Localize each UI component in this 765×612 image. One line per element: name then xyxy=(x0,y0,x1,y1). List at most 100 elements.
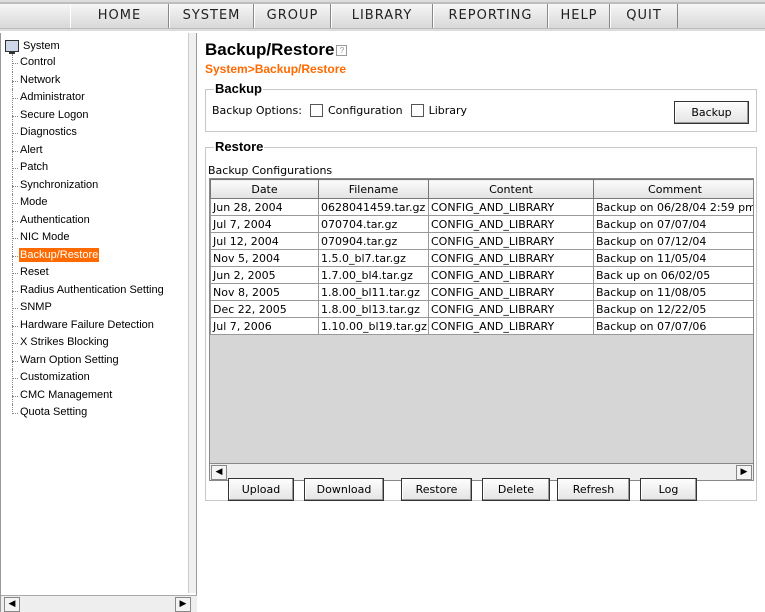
sidebar-item-label: CMC Management xyxy=(20,388,113,401)
restore-button[interactable]: Restore xyxy=(401,478,472,501)
cell-filename: 1.8.00_bl13.tar.gz xyxy=(318,300,429,318)
delete-button[interactable]: Delete xyxy=(482,478,550,501)
table-row[interactable]: Jul 12, 2004 070904.tar.gz CONFIG_AND_LI… xyxy=(210,232,753,250)
menu-reporting[interactable]: REPORTING xyxy=(433,4,548,28)
cell-filename: 1.7.00_bl4.tar.gz xyxy=(318,266,429,284)
menu-quit[interactable]: QUIT xyxy=(610,4,678,28)
configuration-label: Configuration xyxy=(327,104,403,117)
library-checkbox[interactable] xyxy=(410,104,424,117)
cell-filename: 1.8.00_bl11.tar.gz xyxy=(318,283,429,301)
sidebar-item-label: Alert xyxy=(20,143,43,156)
sidebar-item-customization[interactable]: Customization xyxy=(5,369,186,387)
backup-configurations-table: Date Filename Content Comment Jun 28, 20… xyxy=(209,178,754,464)
sidebar-item-reset[interactable]: Reset xyxy=(5,264,186,282)
sidebar-item-alert[interactable]: Alert xyxy=(5,141,186,159)
sidebar-item-synchronization[interactable]: Synchronization xyxy=(5,176,186,194)
menu-group[interactable]: GROUP xyxy=(254,4,331,28)
cell-content: CONFIG_AND_LIBRARY xyxy=(428,283,594,301)
table-row[interactable]: Dec 22, 2005 1.8.00_bl13.tar.gz CONFIG_A… xyxy=(210,300,753,318)
sidebar-item-label: Mode xyxy=(20,196,48,208)
sidebar-item-label: Backup/Restore xyxy=(19,247,100,262)
scroll-right-icon[interactable]: ▶ xyxy=(736,465,752,480)
cell-comment: Backup on 12/22/05 xyxy=(593,300,753,318)
cell-content: CONFIG_AND_LIBRARY xyxy=(428,266,594,284)
breadcrumb: System>Backup/Restore xyxy=(205,62,347,76)
configuration-checkbox[interactable] xyxy=(309,104,323,117)
cell-comment: Backup on 07/12/04 xyxy=(593,232,753,250)
sidebar-item-label: NIC Mode xyxy=(20,231,70,243)
sidebar-item-label: Hardware Failure Detection xyxy=(20,318,154,331)
menu-library[interactable]: LIBRARY xyxy=(331,4,433,28)
menu-home[interactable]: HOME xyxy=(70,4,169,28)
sidebar-tree: System Control Network Administrator Sec… xyxy=(5,38,186,422)
table-row[interactable]: Nov 8, 2005 1.8.00_bl11.tar.gz CONFIG_AN… xyxy=(210,283,753,301)
cell-date: Jul 7, 2004 xyxy=(210,215,319,233)
column-header-comment[interactable]: Comment xyxy=(593,179,753,199)
sidebar-item-secure-logon[interactable]: Secure Logon xyxy=(5,106,186,124)
sidebar-item-control[interactable]: Control xyxy=(5,54,186,72)
menu-help[interactable]: HELP xyxy=(548,4,610,28)
sidebar-item-x-strikes-blocking[interactable]: X Strikes Blocking xyxy=(5,334,186,352)
sidebar-item-snmp[interactable]: SNMP xyxy=(5,299,186,317)
sidebar-horizontal-scrollbar[interactable]: ◀ ▶ xyxy=(1,595,197,612)
config-table: Date Filename Content Comment Jun 28, 20… xyxy=(210,179,753,335)
download-button[interactable]: Download xyxy=(304,478,384,501)
tree-root-system[interactable]: System xyxy=(5,38,186,54)
cell-comment: Backup on 07/07/06 xyxy=(593,317,753,335)
sidebar-item-diagnostics[interactable]: Diagnostics xyxy=(5,124,186,142)
scroll-right-icon[interactable]: ▶ xyxy=(175,597,191,612)
log-button[interactable]: Log xyxy=(640,478,697,501)
sidebar-item-cmc-management[interactable]: CMC Management xyxy=(5,386,186,404)
cell-date: Jul 7, 2006 xyxy=(210,317,319,335)
sidebar-item-network[interactable]: Network xyxy=(5,71,186,89)
sidebar-item-label: Administrator xyxy=(20,91,85,103)
sidebar-item-label: Authentication xyxy=(20,213,90,226)
cell-content: CONFIG_AND_LIBRARY xyxy=(428,215,594,233)
table-row[interactable]: Jun 2, 2005 1.7.00_bl4.tar.gz CONFIG_AND… xyxy=(210,266,753,284)
cell-content: CONFIG_AND_LIBRARY xyxy=(428,232,594,250)
sidebar-vertical-scrollbar[interactable] xyxy=(188,33,196,593)
cell-filename: 1.5.0_bl7.tar.gz xyxy=(318,249,429,267)
table-row[interactable]: Jul 7, 2004 070704.tar.gz CONFIG_AND_LIB… xyxy=(210,215,753,233)
scroll-left-icon[interactable]: ◀ xyxy=(211,465,227,480)
menu-spacer xyxy=(0,4,70,28)
page-title: Backup/Restore? xyxy=(205,40,348,60)
table-row[interactable]: Nov 5, 2004 1.5.0_bl7.tar.gz CONFIG_AND_… xyxy=(210,249,753,267)
computer-icon xyxy=(5,40,19,54)
sidebar-item-label: Synchronization xyxy=(20,178,99,191)
help-icon[interactable]: ? xyxy=(336,45,348,57)
scroll-left-icon[interactable]: ◀ xyxy=(4,597,20,612)
table-row[interactable]: Jun 28, 2004 0628041459.tar.gz CONFIG_AN… xyxy=(210,198,753,216)
sidebar-item-label: SNMP xyxy=(20,301,52,313)
cell-comment: Backup on 07/07/04 xyxy=(593,215,753,233)
cell-date: Nov 8, 2005 xyxy=(210,283,319,301)
upload-button[interactable]: Upload xyxy=(228,478,294,501)
table-row[interactable]: Jul 7, 2006 1.10.00_bl19.tar.gz CONFIG_A… xyxy=(210,317,753,335)
sidebar-item-nic-mode[interactable]: NIC Mode xyxy=(5,229,186,247)
backup-button[interactable]: Backup xyxy=(674,101,749,124)
sidebar-item-quota-setting[interactable]: Quota Setting xyxy=(5,404,186,422)
menu-items: HOME SYSTEM GROUP LIBRARY REPORTING HELP… xyxy=(0,4,765,28)
cell-comment: Backup on 11/08/05 xyxy=(593,283,753,301)
sidebar-item-authentication[interactable]: Authentication xyxy=(5,211,186,229)
sidebar-item-label: Radius Authentication Setting xyxy=(20,283,164,296)
backup-options-label: Backup Options: xyxy=(212,104,302,117)
cell-content: CONFIG_AND_LIBRARY xyxy=(428,249,594,267)
menu-system[interactable]: SYSTEM xyxy=(169,4,254,28)
sidebar-item-administrator[interactable]: Administrator xyxy=(5,89,186,107)
sidebar-item-patch[interactable]: Patch xyxy=(5,159,186,177)
column-header-content[interactable]: Content xyxy=(428,179,594,199)
cell-date: Nov 5, 2004 xyxy=(210,249,319,267)
backup-legend: Backup xyxy=(214,81,263,96)
sidebar-item-warn-option-setting[interactable]: Warn Option Setting xyxy=(5,351,186,369)
cell-content: CONFIG_AND_LIBRARY xyxy=(428,300,594,318)
sidebar-item-backup-restore[interactable]: Backup/Restore xyxy=(5,246,186,264)
sidebar-item-mode[interactable]: Mode xyxy=(5,194,186,212)
cell-date: Jun 28, 2004 xyxy=(210,198,319,216)
column-header-date[interactable]: Date xyxy=(210,179,319,199)
column-header-filename[interactable]: Filename xyxy=(318,179,429,199)
sidebar-item-radius-authentication[interactable]: Radius Authentication Setting xyxy=(5,281,186,299)
page-title-text: Backup/Restore xyxy=(205,40,335,59)
sidebar-item-hardware-failure-detection[interactable]: Hardware Failure Detection xyxy=(5,316,186,334)
refresh-button[interactable]: Refresh xyxy=(557,478,630,501)
